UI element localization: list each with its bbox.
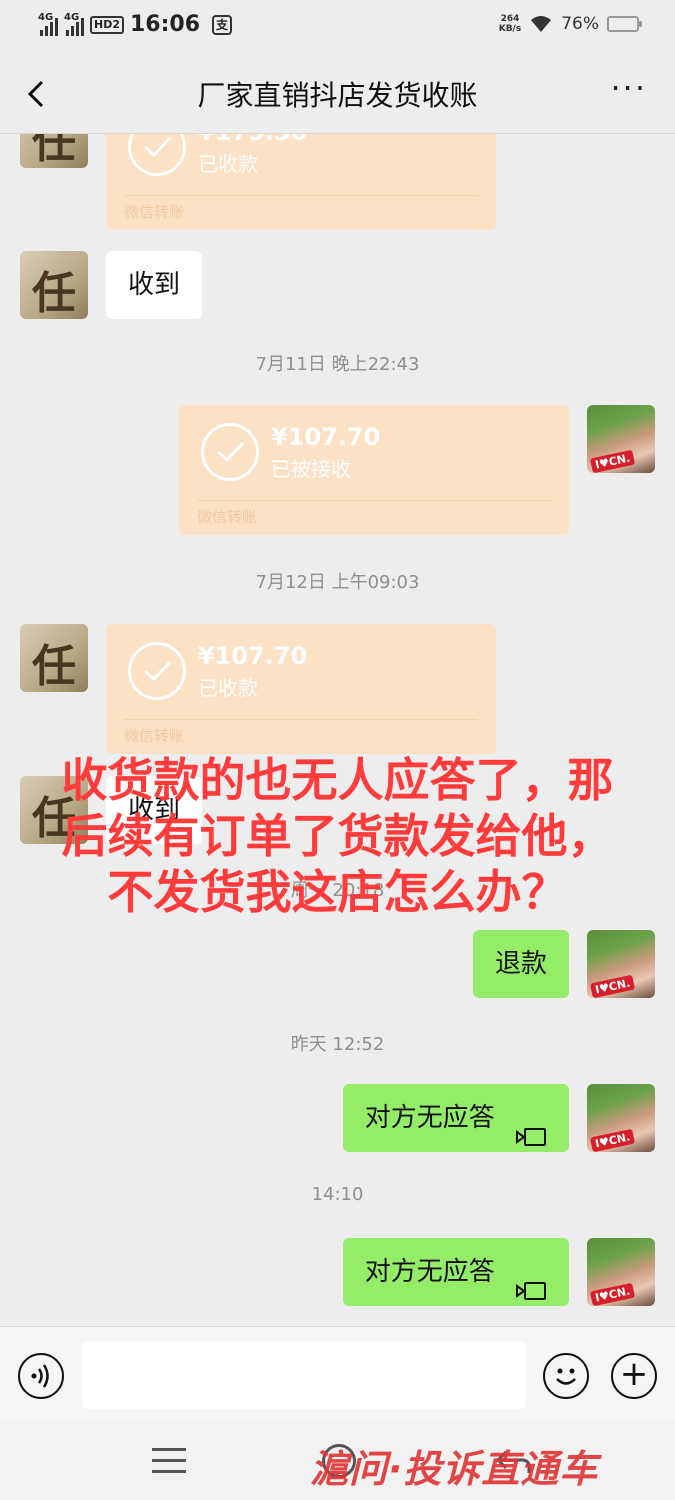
- clock: 16:06: [130, 12, 201, 37]
- transfer-amount: ¥107.70: [271, 423, 381, 451]
- divider: [124, 195, 478, 196]
- video-call-icon: [515, 1106, 547, 1146]
- timestamp: 7月12日 上午09:03: [255, 572, 420, 593]
- signal-2-icon: 4G: [64, 12, 84, 36]
- message-bubble-received[interactable]: 收到: [106, 251, 203, 319]
- emoji-icon[interactable]: [543, 1353, 589, 1399]
- status-bar: 4G 4G HD2 16:06 支 264 KB/s 76%: [0, 0, 675, 54]
- message-input[interactable]: [82, 1341, 526, 1409]
- input-bar: +: [0, 1326, 675, 1422]
- check-circle-icon: [128, 642, 186, 700]
- message-bubble-received[interactable]: 收到: [106, 776, 203, 844]
- call-record-bubble[interactable]: 对方无应答: [342, 1084, 569, 1152]
- hd-badge: HD2: [90, 15, 124, 34]
- check-circle-icon: [128, 134, 186, 176]
- chat-title: 厂家直销抖店发货收账: [197, 79, 478, 112]
- transfer-label: 微信转账: [124, 203, 185, 221]
- voice-input-icon[interactable]: [18, 1353, 64, 1399]
- divider: [124, 719, 478, 720]
- battery-icon: [607, 16, 642, 32]
- check-circle-icon: [201, 423, 259, 481]
- battery-percent: 76%: [561, 14, 599, 34]
- system-navigation: 滬问·投诉直通车: [0, 1422, 675, 1500]
- transfer-status: 已收款: [198, 152, 258, 176]
- contact-avatar[interactable]: 任: [20, 776, 88, 844]
- timestamp: 周一 20:18: [290, 880, 385, 901]
- transfer-card-sent[interactable]: ¥107.70 已被接收 微信转账: [179, 405, 569, 535]
- transfer-amount: ¥107.70: [198, 642, 308, 670]
- chat-messages[interactable]: 任 ¥179.50 已收款 微信转账 任 收到 7月11日 晚上22:43 ¥1…: [0, 134, 675, 1326]
- contact-avatar[interactable]: 任: [20, 134, 88, 168]
- my-avatar[interactable]: I♥CN.: [587, 1084, 655, 1152]
- transfer-card-received[interactable]: ¥179.50 已收款 微信转账: [106, 134, 496, 230]
- transfer-card-received[interactable]: ¥107.70 已收款 微信转账: [106, 624, 496, 754]
- more-options-icon[interactable]: ···: [610, 72, 647, 104]
- my-avatar[interactable]: I♥CN.: [587, 405, 655, 473]
- transfer-status: 已收款: [198, 676, 258, 700]
- network-speed: 264 KB/s: [498, 14, 522, 34]
- timestamp: 7月11日 晚上22:43: [255, 354, 420, 375]
- wifi-icon: [529, 15, 553, 33]
- signal-1-icon: 4G: [38, 12, 58, 36]
- transfer-label: 微信转账: [124, 727, 185, 745]
- status-right: 264 KB/s 76%: [498, 14, 642, 34]
- transfer-label: 微信转账: [197, 508, 258, 526]
- transfer-amount: ¥179.50: [198, 134, 307, 146]
- video-call-icon: [515, 1260, 547, 1300]
- divider: [197, 500, 551, 501]
- contact-avatar[interactable]: 任: [20, 624, 88, 692]
- add-more-icon[interactable]: +: [611, 1353, 657, 1399]
- contact-avatar[interactable]: 任: [20, 251, 88, 319]
- watermark-logo: 滬问·投诉直通车: [310, 1447, 599, 1491]
- timestamp: 昨天 12:52: [290, 1034, 385, 1055]
- call-record-bubble[interactable]: 对方无应答: [342, 1238, 569, 1306]
- chat-header: 厂家直销抖店发货收账 ···: [0, 54, 675, 134]
- timestamp: 14:10: [311, 1184, 364, 1205]
- my-avatar[interactable]: I♥CN.: [587, 930, 655, 998]
- my-avatar[interactable]: I♥CN.: [587, 1238, 655, 1306]
- menu-icon[interactable]: [152, 1448, 186, 1474]
- message-bubble-sent[interactable]: 退款: [472, 930, 569, 998]
- transfer-status: 已被接收: [271, 457, 351, 481]
- status-left: 4G 4G HD2 16:06 支: [38, 12, 233, 37]
- alipay-icon: 支: [212, 14, 233, 35]
